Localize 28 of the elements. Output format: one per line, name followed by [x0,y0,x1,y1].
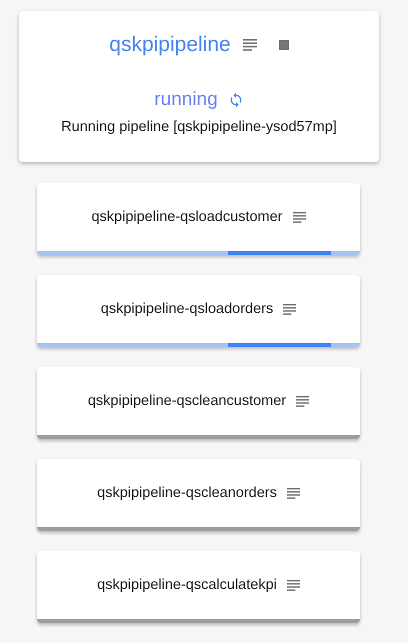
step-card[interactable]: qskpipipeline-qscleancustomer [37,367,360,439]
status-message: Running pipeline [qskpipipeline-ysod57mp] [61,119,337,135]
list-icon [286,486,300,500]
step-name: qskpipipeline-qscalculatekpi [97,577,277,593]
list-icon [242,38,257,52]
stop-button[interactable] [278,40,289,50]
logs-button[interactable] [286,486,300,500]
list-icon [286,578,300,592]
pipeline-title: qskpipipeline [109,33,231,57]
logs-button[interactable] [283,302,296,316]
step-name: qskpipipeline-qscleanorders [97,485,277,501]
step-card[interactable]: qskpipipeline-qsloadcustomer [37,183,360,255]
step-name: qskpipipeline-qsloadorders [100,301,274,317]
step-card[interactable]: qskpipipeline-qscalculatekpi [37,551,360,623]
step-name: qskpipipeline-qsloadcustomer [91,209,283,225]
stop-icon [278,40,289,50]
list-icon [292,210,306,224]
logs-button[interactable] [296,394,310,408]
list-icon [296,394,310,408]
sync-icon [228,92,244,108]
step-card[interactable]: qskpipipeline-qsloadorders [37,275,360,347]
pipeline-status: running [154,89,218,111]
logs-button[interactable] [292,210,306,224]
list-icon [283,302,296,316]
step-name: qskpipipeline-qscleancustomer [88,393,286,409]
logs-button[interactable] [286,578,300,592]
step-card[interactable]: qskpipipeline-qscleanorders [37,459,360,531]
logs-button[interactable] [242,38,257,52]
